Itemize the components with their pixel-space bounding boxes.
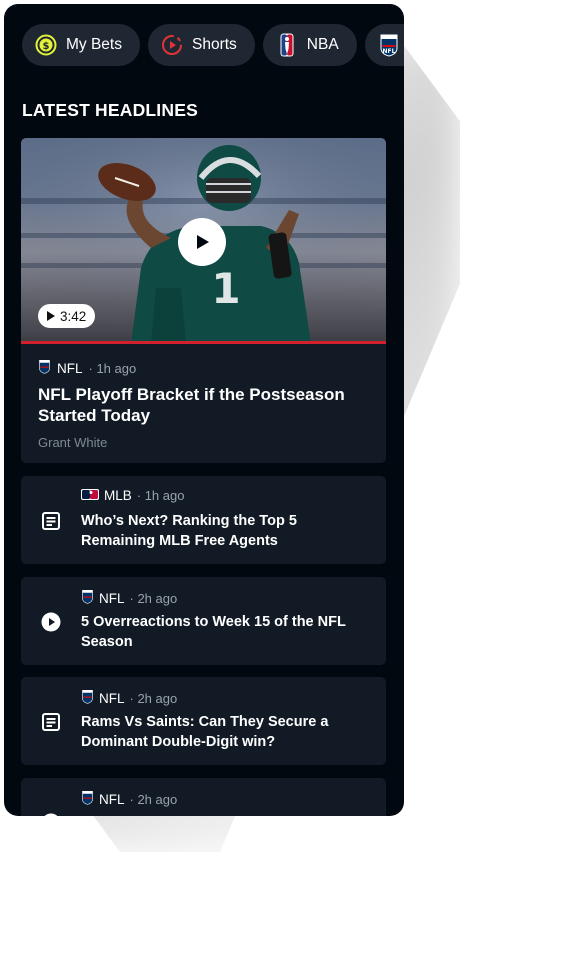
featured-article-card[interactable]: 1 3:42 NFL · 1h ago NFL Playoff Bracket … <box>21 138 386 463</box>
video-duration-badge: 3:42 <box>38 304 96 328</box>
nfl-logo-icon <box>81 589 94 607</box>
article-icon <box>40 510 62 532</box>
chip-label: NBA <box>306 36 339 53</box>
nfl-logo-icon <box>38 359 51 377</box>
league-label: NFL <box>57 360 83 376</box>
filter-chips: $ My Bets Shorts NBA NFL <box>22 24 404 66</box>
article-meta: NFL · 2h ago <box>81 589 177 607</box>
play-icon <box>197 235 209 249</box>
list-item[interactable]: NFL · 2h ago <box>21 778 386 816</box>
time-ago: · 2h ago <box>129 791 178 807</box>
play-icon <box>47 311 55 321</box>
nfl-logo-icon: NFL <box>378 34 400 57</box>
chip-label: Shorts <box>191 36 237 53</box>
article-meta: NFL · 1h ago <box>38 359 136 377</box>
article-meta: NFL · 2h ago <box>81 790 177 808</box>
app-screen: $ My Bets Shorts NBA NFL LATEST HEADLINE… <box>4 4 404 816</box>
article-icon <box>40 711 62 733</box>
headline[interactable]: Who’s Next? Ranking the Top 5 Remaining … <box>81 512 371 551</box>
article-meta: NFL · 2h ago <box>81 689 177 707</box>
headline[interactable]: NFL Playoff Bracket if the Postseason St… <box>38 384 368 426</box>
nba-logo-icon <box>276 33 298 57</box>
chip-shorts[interactable]: Shorts <box>147 24 255 66</box>
play-icon <box>40 812 62 816</box>
time-ago: · 2h ago <box>129 690 178 706</box>
play-icon <box>40 611 62 633</box>
time-ago: · 1h ago <box>136 488 185 503</box>
duration-text: 3:42 <box>60 308 87 324</box>
chip-my-bets[interactable]: $ My Bets <box>22 24 140 66</box>
league-label: NFL <box>99 791 125 807</box>
progress-bar <box>21 341 386 344</box>
list-item[interactable]: MLB · 1h ago Who’s Next? Ranking the Top… <box>21 476 386 564</box>
mlb-logo-icon <box>81 488 99 503</box>
author: Grant White <box>38 435 108 450</box>
list-item[interactable]: NFL · 2h ago 5 Overreactions to Week 15 … <box>21 577 386 665</box>
section-title: LATEST HEADLINES <box>22 100 198 120</box>
time-ago: · 1h ago <box>88 360 137 376</box>
chip-nfl[interactable]: NFL <box>364 24 404 66</box>
chip-label: My Bets <box>66 36 122 53</box>
svg-text:NFL: NFL <box>382 48 395 55</box>
headline[interactable]: 5 Overreactions to Week 15 of the NFL Se… <box>81 613 371 652</box>
svg-text:$: $ <box>43 41 50 52</box>
headline[interactable]: Rams Vs Saints: Can They Secure a Domina… <box>81 713 371 752</box>
video-thumbnail[interactable]: 1 3:42 <box>21 138 386 344</box>
svg-text:1: 1 <box>211 264 240 313</box>
time-ago: · 2h ago <box>129 590 178 606</box>
dollar-icon: $ <box>35 34 57 56</box>
league-label: NFL <box>99 590 125 606</box>
nfl-logo-icon <box>81 689 94 707</box>
list-item[interactable]: NFL · 2h ago Rams Vs Saints: Can They Se… <box>21 677 386 765</box>
chip-nba[interactable]: NBA <box>262 24 357 66</box>
nfl-logo-icon <box>81 790 94 808</box>
play-video-button[interactable] <box>178 218 226 266</box>
article-meta: MLB · 1h ago <box>81 488 184 503</box>
shorts-play-icon <box>161 34 183 56</box>
league-label: MLB <box>104 488 132 503</box>
league-label: NFL <box>99 690 125 706</box>
